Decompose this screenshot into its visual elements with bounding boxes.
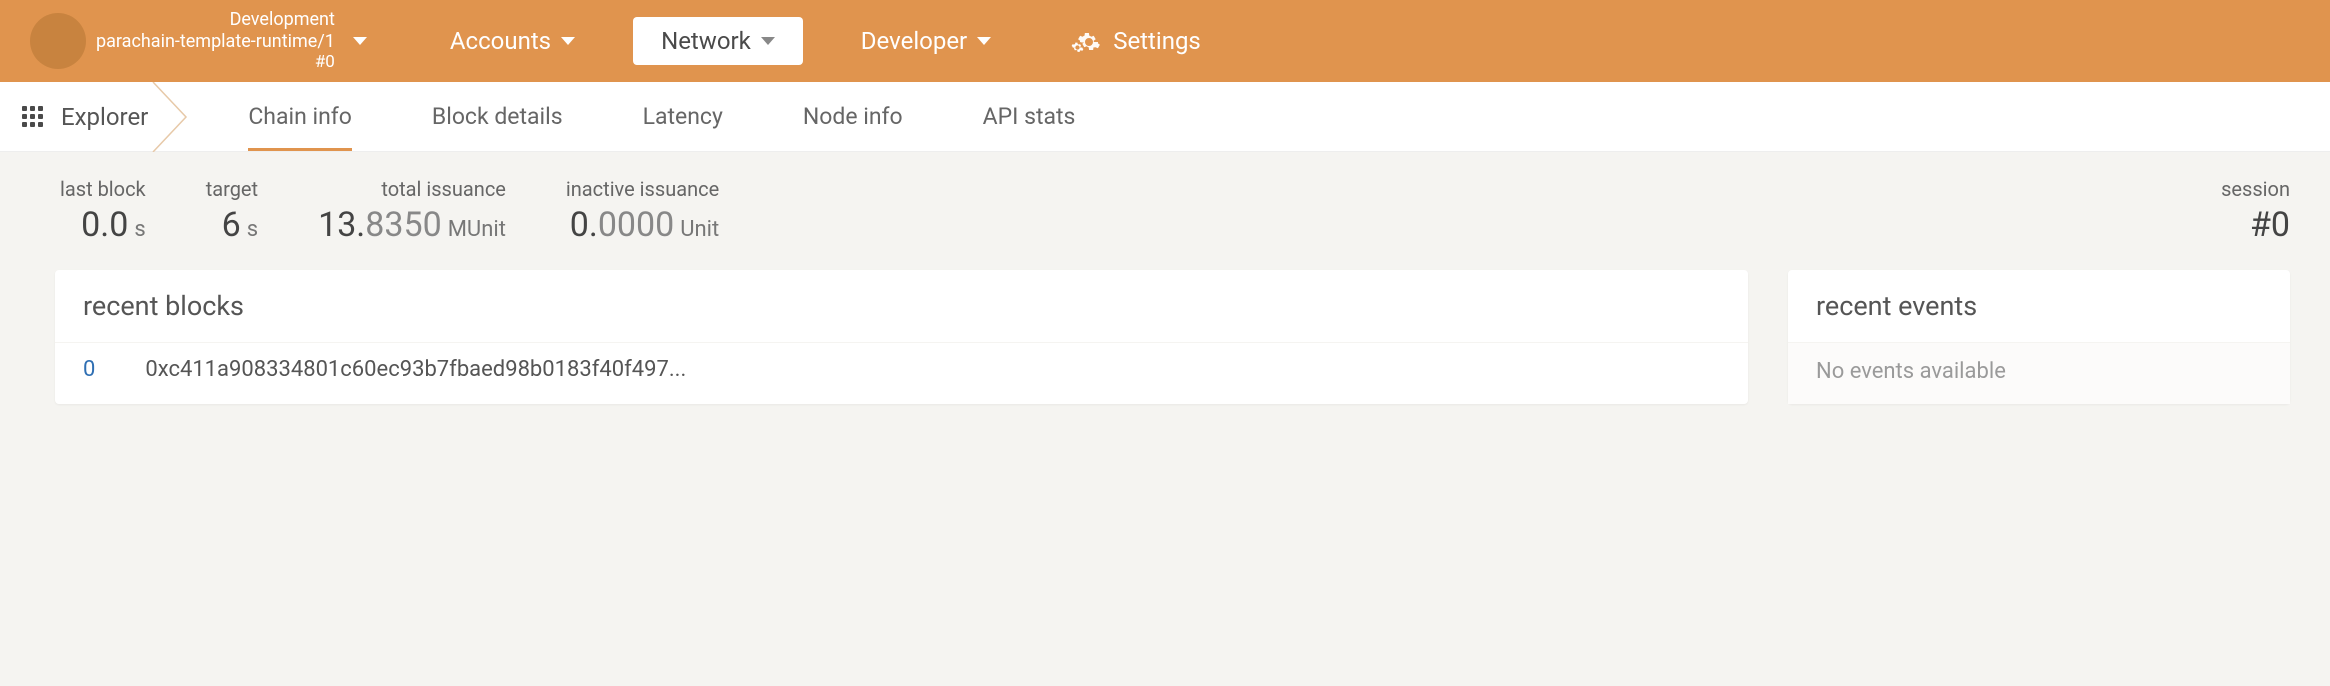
stat-target: target 6 s xyxy=(176,177,288,245)
tab-api-stats[interactable]: API stats xyxy=(943,82,1116,151)
nav-developer-label: Developer xyxy=(861,27,967,55)
tab-block-details[interactable]: Block details xyxy=(392,82,603,151)
stat-last-block: last block 0.0 s xyxy=(60,177,176,245)
stat-session: session #0 xyxy=(2191,177,2290,245)
stat-value: #0 xyxy=(2250,205,2290,245)
stat-label: last block xyxy=(60,177,146,201)
stat-unit: MUnit xyxy=(448,217,506,242)
stat-label: inactive issuance xyxy=(566,177,719,201)
stat-label: session xyxy=(2221,177,2290,201)
chevron-down-icon xyxy=(561,37,575,45)
nav-developer[interactable]: Developer xyxy=(833,17,1019,65)
tab-chain-info[interactable]: Chain info xyxy=(208,82,392,151)
chevron-down-icon xyxy=(977,37,991,45)
node-env: Development xyxy=(230,9,335,31)
tab-node-info-label: Node info xyxy=(803,103,903,130)
stat-value: 0.0000 xyxy=(570,205,675,245)
top-header: Development parachain-template-runtime/1… xyxy=(0,0,2330,82)
stat-inactive-issuance: inactive issuance 0.0000 Unit xyxy=(536,177,749,245)
chevron-separator-icon xyxy=(148,82,208,152)
tab-block-details-label: Block details xyxy=(432,103,563,130)
sub-tabs: Explorer Chain info Block details Latenc… xyxy=(0,82,2330,152)
node-runtime: parachain-template-runtime/1 xyxy=(96,31,335,53)
events-empty-text: No events available xyxy=(1788,343,2290,404)
stat-unit: s xyxy=(247,217,258,242)
panel-title: recent blocks xyxy=(55,270,1748,342)
stat-value: 6 xyxy=(222,205,241,245)
stat-label: total issuance xyxy=(381,177,506,201)
nav-settings-label: Settings xyxy=(1113,27,1201,55)
block-number[interactable]: 0 xyxy=(83,357,95,382)
nav-network[interactable]: Network xyxy=(633,17,803,65)
recent-events-panel: recent events No events available xyxy=(1788,270,2290,404)
tab-latency-label: Latency xyxy=(643,103,723,130)
tab-node-info[interactable]: Node info xyxy=(763,82,943,151)
nav-network-label: Network xyxy=(661,27,751,55)
panel-title: recent events xyxy=(1788,270,2290,342)
node-selector[interactable]: Development parachain-template-runtime/1… xyxy=(96,9,367,73)
chevron-down-icon xyxy=(353,37,367,45)
stat-label: target xyxy=(206,177,258,201)
block-row[interactable]: 0 0xc411a908334801c60ec93b7fbaed98b0183f… xyxy=(55,343,1748,400)
explorer-heading[interactable]: Explorer xyxy=(22,82,208,151)
node-block: #0 xyxy=(315,52,335,72)
stat-unit: Unit xyxy=(680,217,719,242)
nav-accounts[interactable]: Accounts xyxy=(422,17,603,65)
stat-value: 0.0 xyxy=(81,205,128,245)
nav-accounts-label: Accounts xyxy=(450,27,551,55)
recent-blocks-panel: recent blocks 0 0xc411a908334801c60ec93b… xyxy=(55,270,1748,404)
stats-row: last block 0.0 s target 6 s total issuan… xyxy=(0,152,2330,270)
block-hash: 0xc411a908334801c60ec93b7fbaed98b0183f40… xyxy=(145,357,686,382)
grid-icon xyxy=(22,106,43,127)
stat-value: 13.8350 xyxy=(318,205,442,245)
explorer-label: Explorer xyxy=(61,103,148,131)
panels: recent blocks 0 0xc411a908334801c60ec93b… xyxy=(0,270,2330,404)
chevron-down-icon xyxy=(761,37,775,45)
stat-unit: s xyxy=(134,217,145,242)
tab-latency[interactable]: Latency xyxy=(603,82,763,151)
nav-settings[interactable]: Settings xyxy=(1049,17,1229,65)
tab-chain-info-label: Chain info xyxy=(248,103,352,130)
tab-api-stats-label: API stats xyxy=(983,103,1076,130)
gear-icon xyxy=(1077,30,1103,52)
stat-total-issuance: total issuance 13.8350 MUnit xyxy=(288,177,536,245)
logo-icon xyxy=(30,13,86,69)
